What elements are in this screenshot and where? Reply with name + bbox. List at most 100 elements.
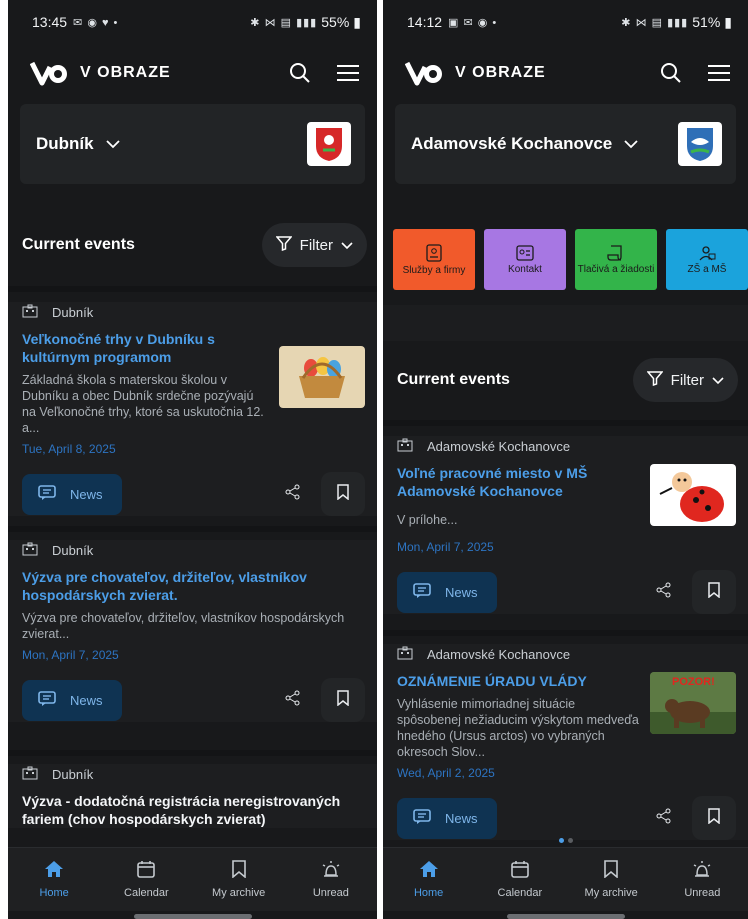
nav-label: My archive [212, 887, 266, 899]
share-icon[interactable] [285, 690, 301, 711]
bookmark-icon [231, 860, 246, 881]
battery-icon: ▮ [724, 13, 732, 30]
news-icon [413, 808, 431, 828]
search-icon[interactable] [289, 62, 311, 84]
event-title[interactable]: Výzva pre chovateľov, držiteľov, vlastní… [22, 568, 365, 604]
app-brand: V OBRAZE [455, 64, 546, 81]
nav-home[interactable]: Home [14, 860, 94, 899]
nav-my-archive[interactable]: My archive [199, 860, 279, 899]
notification-icons: ✉ ◉ ♥ • [73, 16, 119, 29]
building-icon [22, 766, 38, 783]
nav-label: My archive [584, 887, 638, 899]
battery-level: 51% [692, 14, 721, 30]
search-icon[interactable] [660, 62, 682, 84]
event-card[interactable]: Adamovské Kochanovce OZNÁMENIE ÚRADU VLÁ… [383, 644, 748, 840]
building-icon [22, 542, 38, 559]
share-icon[interactable] [656, 808, 672, 829]
chevron-down-icon [624, 134, 638, 154]
divider [8, 526, 377, 532]
nav-label: Home [413, 887, 444, 899]
bookmark-button[interactable] [321, 678, 365, 722]
event-date: Mon, April 7, 2025 [22, 648, 119, 662]
news-tag-button[interactable]: News [22, 473, 122, 515]
event-source: Adamovské Kochanovce [427, 646, 571, 662]
menu-icon[interactable] [337, 64, 359, 82]
app-logo[interactable]: V OBRAZE [405, 59, 546, 87]
nav-unread[interactable]: Unread [662, 860, 742, 899]
tile-label: Tlačivá a žiadosti [577, 263, 655, 275]
alarm-icon [692, 860, 712, 881]
event-thumbnail-easter-basket [279, 346, 365, 408]
share-icon[interactable] [656, 582, 672, 603]
page-dot [567, 838, 573, 843]
home-icon [44, 860, 64, 881]
share-icon[interactable] [285, 484, 301, 505]
app-logo[interactable]: V OBRAZE [30, 59, 171, 87]
divider [383, 630, 748, 636]
filter-label: Filter [670, 371, 704, 389]
filter-button[interactable]: Filter [261, 223, 367, 267]
municipality-selector[interactable]: Adamovské Kochanovce [395, 104, 736, 184]
municipality-crest [678, 122, 722, 166]
nav-unread[interactable]: Unread [291, 860, 371, 899]
bookmark-button[interactable] [321, 472, 365, 516]
nav-home[interactable]: Home [389, 860, 469, 899]
bookmark-icon [604, 860, 618, 881]
building-icon [397, 438, 413, 455]
events-header: Current events Filter [8, 223, 377, 267]
app-brand: V OBRAZE [80, 64, 171, 81]
signal-icons: ✱ ⋈ ▤ ▮▮▮ [621, 16, 689, 29]
bookmark-button[interactable] [692, 796, 736, 840]
event-excerpt: Výzva pre chovateľov, držiteľov, vlastní… [22, 611, 345, 641]
status-bar: 14:12 ▣ ✉ ◉ • ✱ ⋈ ▤ ▮▮▮ 51% ▮ [383, 0, 748, 44]
section-title: Current events [22, 236, 135, 253]
gesture-bar[interactable] [506, 914, 625, 919]
tile-schools[interactable]: ZŠ a MŠ [666, 229, 748, 290]
menu-icon[interactable] [708, 64, 730, 82]
event-card[interactable]: Dubník Výzva pre chovateľov, držiteľov, … [8, 540, 377, 722]
event-title[interactable]: Veľkonočné trhy v Dubníku s kultúrnym pr… [22, 330, 269, 366]
municipality-selector[interactable]: Dubník [20, 104, 365, 184]
divider [8, 286, 377, 292]
filter-icon [646, 370, 664, 390]
tile-services[interactable]: Služby a firmy [393, 229, 475, 290]
event-card[interactable]: Dubník Veľkonočné trhy v Dubníku s kultú… [8, 302, 377, 516]
nav-my-archive[interactable]: My archive [571, 860, 651, 899]
news-icon [38, 690, 56, 710]
event-title[interactable]: Voľné pracovné miesto v MŠ Adamovské Koc… [397, 464, 640, 500]
id-card-icon [426, 243, 442, 262]
bookmark-button[interactable] [692, 570, 736, 614]
event-card[interactable]: Adamovské Kochanovce Voľné pracovné mies… [383, 436, 748, 614]
filter-button[interactable]: Filter [632, 358, 738, 402]
app-bar: V OBRAZE [383, 44, 748, 102]
divider [8, 750, 377, 756]
divider [383, 420, 748, 426]
chevron-down-icon [105, 134, 120, 154]
event-source: Dubník [52, 766, 94, 782]
event-card[interactable]: Dubník Výzva - dodatočná registrácia ner… [8, 764, 377, 828]
nav-label: Unread [684, 887, 721, 899]
tile-label: Služby a firmy [402, 264, 466, 276]
news-label: News [445, 584, 478, 600]
calendar-icon [511, 860, 529, 881]
event-title[interactable]: Výzva - dodatočná registrácia neregistro… [22, 792, 365, 828]
tile-contact[interactable]: Kontakt [484, 229, 566, 290]
chevron-down-icon [341, 237, 353, 254]
quick-links: Služby a firmy Kontakt Tlačivá a žiadost… [393, 229, 748, 290]
gesture-bar[interactable] [133, 914, 252, 919]
news-label: News [70, 486, 103, 502]
notification-icons: ▣ ✉ ◉ • [448, 16, 498, 29]
nav-calendar[interactable]: Calendar [106, 860, 186, 899]
news-tag-button[interactable]: News [397, 797, 497, 839]
news-tag-button[interactable]: News [22, 679, 122, 721]
municipality-crest [307, 122, 351, 166]
status-time: 13:45 [32, 14, 68, 30]
event-date: Mon, April 7, 2025 [397, 540, 494, 554]
page-dot-active [558, 838, 564, 843]
event-title[interactable]: OZNÁMENIE ÚRADU VLÁDY [397, 672, 640, 690]
nav-calendar[interactable]: Calendar [480, 860, 560, 899]
phone-screen-dubnik: 13:45 ✉ ◉ ♥ • ✱ ⋈ ▤ ▮▮▮ 55% ▮ V OBRAZE D… [8, 0, 377, 919]
tile-forms[interactable]: Tlačivá a žiadosti [575, 229, 657, 290]
news-tag-button[interactable]: News [397, 571, 497, 613]
event-excerpt: Vyhlásenie mimoriadnej situácie spôsoben… [397, 697, 639, 759]
